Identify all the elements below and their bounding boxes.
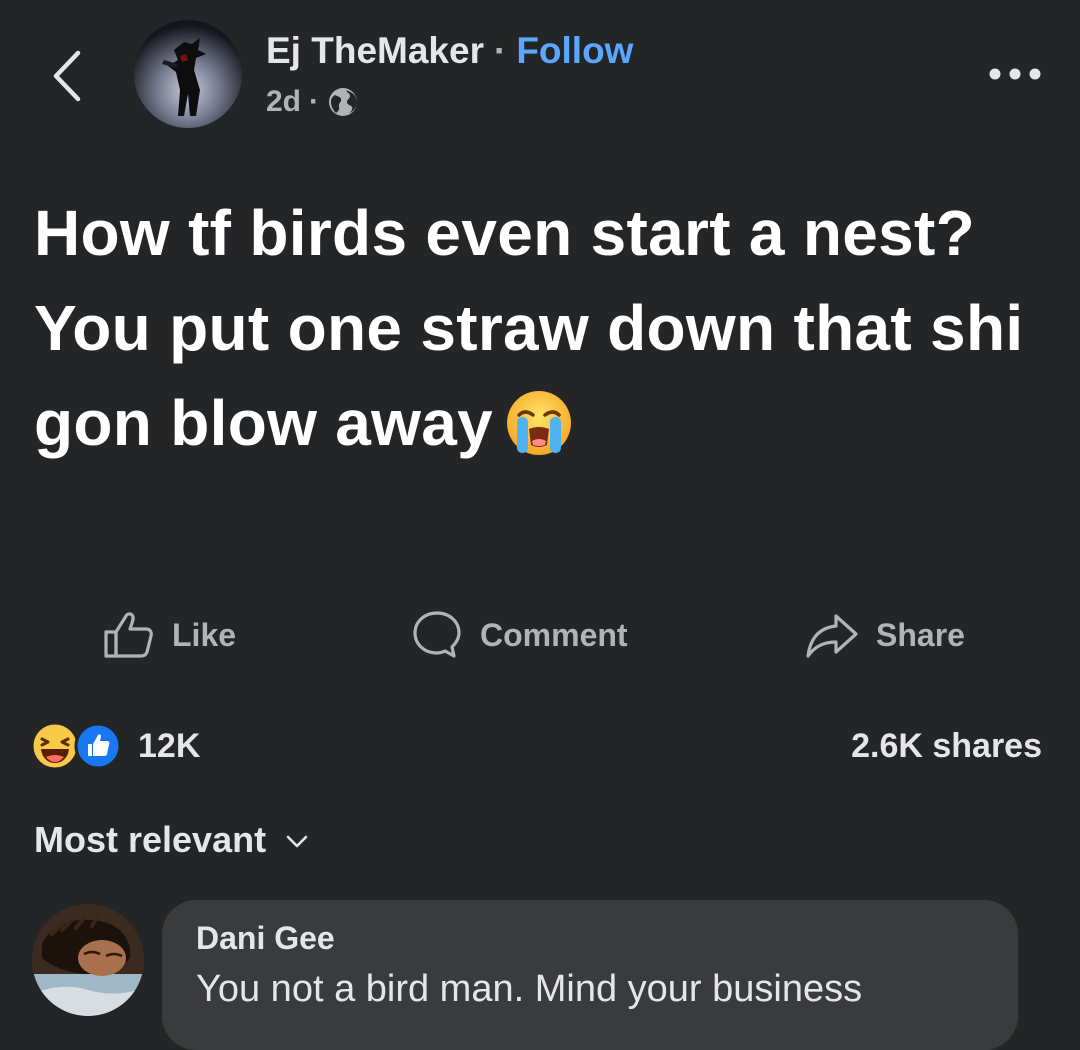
share-arrow-icon — [806, 614, 858, 658]
haha-reaction-icon — [30, 721, 80, 771]
loudly-crying-face-emoji — [505, 388, 573, 456]
post-timestamp[interactable]: 2d — [266, 85, 301, 119]
back-button[interactable] — [40, 44, 94, 108]
chevron-left-icon — [53, 50, 81, 102]
globe-icon — [329, 88, 358, 116]
follow-button[interactable]: Follow — [516, 30, 633, 72]
comment-author[interactable]: Dani Gee — [196, 920, 335, 957]
like-button[interactable]: Like — [102, 600, 236, 670]
sort-label: Most relevant — [34, 819, 267, 860]
shares-count[interactable]: 2.6K shares — [851, 716, 1042, 776]
like-label: Like — [172, 616, 237, 653]
author-name[interactable]: Ej TheMaker — [266, 30, 484, 72]
like-reaction-icon — [74, 722, 122, 770]
commenter-avatar-image — [32, 904, 144, 1016]
comment-sort-dropdown[interactable]: Most relevant — [34, 812, 308, 868]
commenter-avatar[interactable] — [32, 904, 144, 1016]
author-avatar[interactable] — [134, 20, 242, 128]
thumbs-up-icon — [104, 612, 153, 658]
share-label: Share — [876, 616, 965, 653]
comment-label: Comment — [480, 616, 628, 653]
post-content: How tf birds even start a nest? You put … — [34, 186, 1024, 471]
author-row: Ej TheMaker · Follow — [266, 26, 633, 76]
chevron-down-icon — [286, 835, 308, 848]
comment-text: You not a bird man. Mind your business — [196, 968, 863, 1010]
comment-button[interactable]: Comment — [410, 600, 628, 670]
reactions-summary[interactable]: 12K — [30, 716, 200, 776]
author-separator: · — [493, 30, 507, 71]
avatar-image — [134, 20, 242, 128]
post-meta: 2d · — [266, 80, 359, 124]
more-horizontal-icon — [989, 68, 1041, 80]
share-button[interactable]: Share — [804, 600, 965, 670]
more-options-button[interactable] — [980, 52, 1050, 96]
meta-separator: · — [309, 85, 320, 118]
comment-icon — [413, 611, 461, 658]
reaction-count: 12K — [138, 726, 201, 765]
